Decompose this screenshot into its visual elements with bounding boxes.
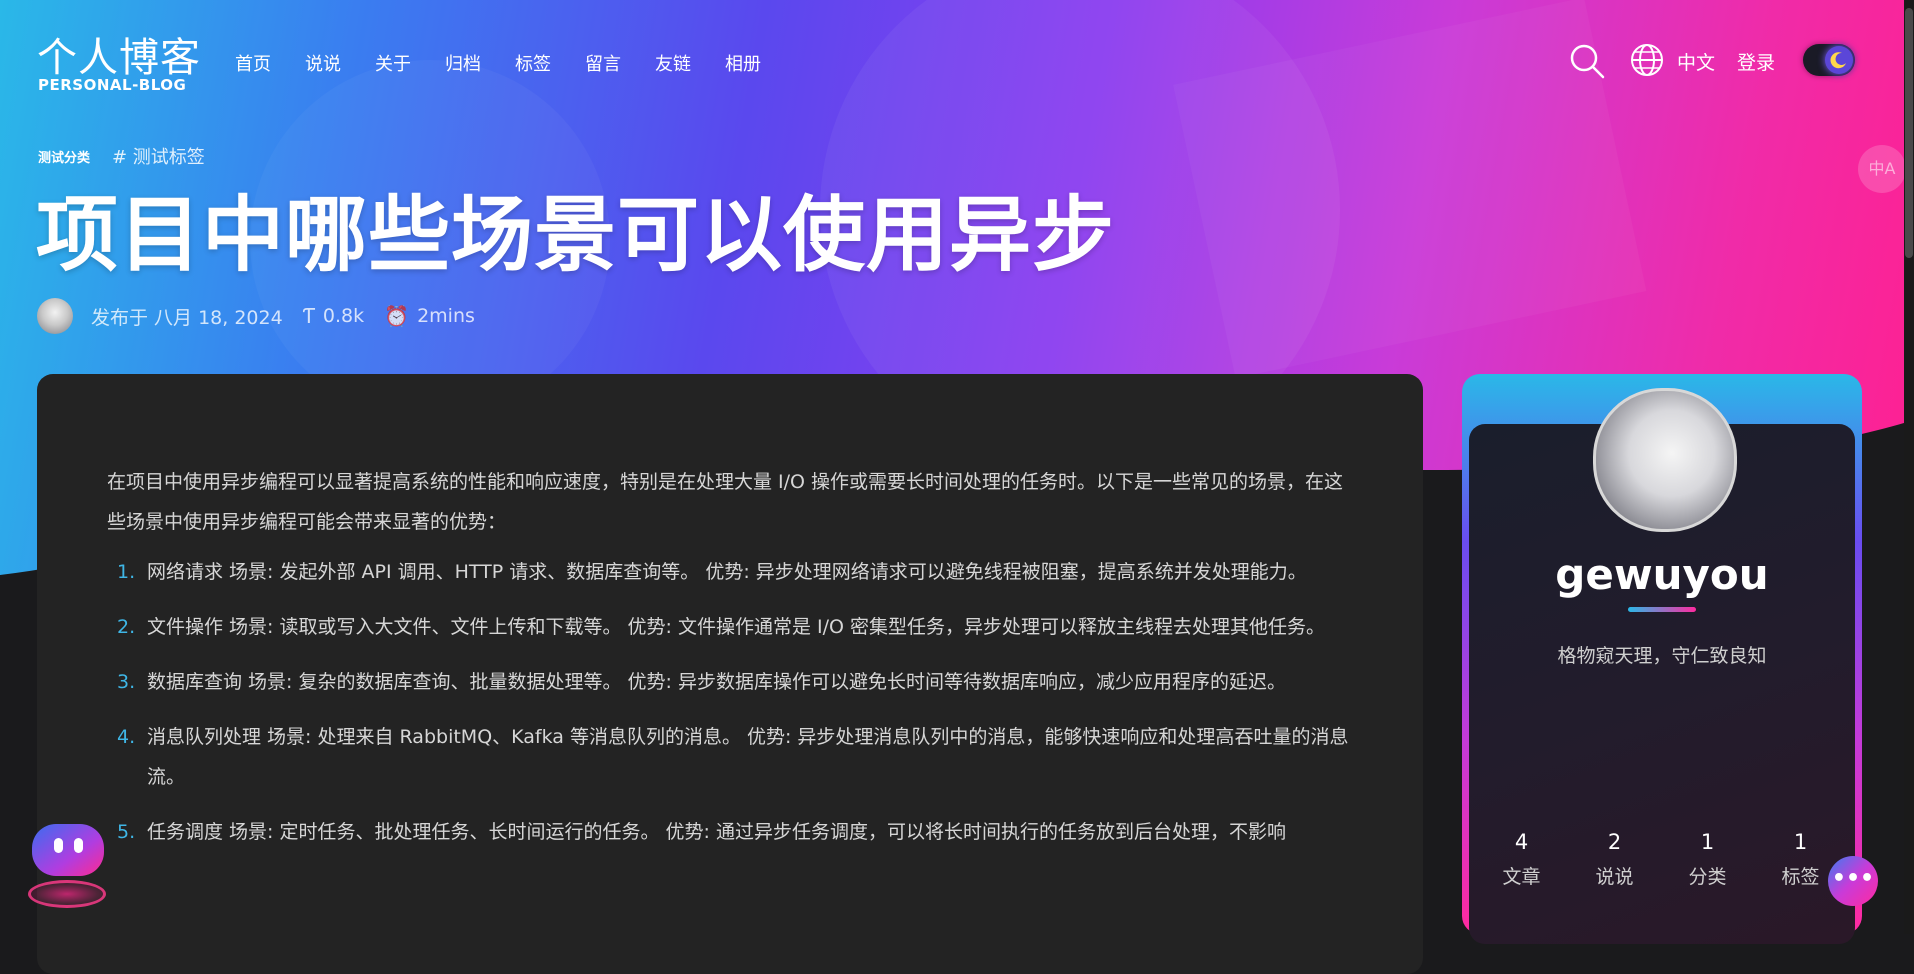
profile-name: gewuyou	[1555, 550, 1769, 599]
site-header: 个人博客 PERSONAL-BLOG 首页 说说 关于 归档 标签 留言 友链 …	[0, 0, 1914, 120]
list-item: 5. 任务调度 场景: 定时任务、批处理任务、长时间运行的任务。 优势: 通过异步…	[107, 812, 1377, 852]
stat-number: 4	[1514, 830, 1529, 854]
translate-icon[interactable]: 中A	[1858, 145, 1906, 193]
stat-number: 2	[1607, 830, 1622, 854]
list-number: 2.	[117, 616, 136, 638]
publish-date: 发布于 八月 18, 2024	[91, 306, 283, 329]
list-text: 数据库查询 场景: 复杂的数据库查询、批量数据处理等。 优势: 异步数据库操作可…	[147, 671, 1286, 693]
word-count: 0.8k	[322, 305, 365, 327]
article-card: 在项目中使用异步编程可以显著提高系统的性能和响应速度，特别是在处理大量 I/O …	[37, 374, 1423, 974]
post-title: 项目中哪些场景可以使用异步	[36, 188, 1116, 283]
list-number: 3.	[117, 671, 136, 693]
list-number: 1.	[117, 561, 136, 583]
nav-item-tags[interactable]: 标签	[515, 50, 585, 76]
nav-item-about[interactable]: 关于	[375, 50, 445, 76]
post-meta: 发布于 八月 18, 2024 Ƭ 0.8k ⏰ 2mins	[37, 296, 475, 336]
nav-item-message[interactable]: 留言	[585, 50, 655, 76]
mascot-glow	[28, 880, 106, 908]
scrollbar-thumb[interactable]	[1905, 8, 1913, 258]
profile-motto: 格物窥天理，守仁致良知	[1557, 645, 1767, 667]
stat-label: 文章	[1502, 866, 1541, 888]
list-text: 网络请求 场景: 发起外部 API 调用、HTTP 请求、数据库查询等。 优势:…	[147, 561, 1307, 583]
login-link[interactable]: 登录	[1737, 48, 1775, 75]
ellipsis-icon[interactable]: •••	[1828, 856, 1878, 906]
author-avatar[interactable]	[37, 298, 73, 334]
stat-talks[interactable]: 2 说说	[1568, 830, 1661, 889]
post-tag[interactable]: # 测试标签	[112, 143, 205, 169]
name-underline	[1628, 607, 1696, 612]
nav-item-archive[interactable]: 归档	[445, 50, 515, 76]
list-text: 消息队列处理 场景: 处理来自 RabbitMQ、Kafka 等消息队列的消息。…	[147, 726, 1349, 788]
nav-item-talk[interactable]: 说说	[305, 50, 375, 76]
list-item: 1. 网络请求 场景: 发起外部 API 调用、HTTP 请求、数据库查询等。 优…	[107, 552, 1377, 592]
search-icon[interactable]	[1568, 42, 1606, 80]
list-text: 任务调度 场景: 定时任务、批处理任务、长时间运行的任务。 优势: 通过异步任务…	[147, 821, 1286, 843]
stat-categories[interactable]: 1 分类	[1661, 830, 1754, 889]
site-logo-subtitle[interactable]: PERSONAL-BLOG	[38, 76, 186, 94]
clock-icon: ⏰	[384, 304, 410, 328]
language-switch[interactable]: 中文	[1677, 48, 1715, 75]
list-item: 2. 文件操作 场景: 读取或写入大文件、文件上传和下载等。 优势: 文件操作通常…	[107, 607, 1377, 647]
read-time: 2mins	[417, 305, 475, 327]
list-item: 3. 数据库查询 场景: 复杂的数据库查询、批量数据处理等。 优势: 异步数据库操…	[107, 662, 1377, 702]
text-icon: Ƭ	[302, 304, 315, 328]
list-number: 4.	[117, 726, 136, 748]
stat-articles[interactable]: 4 文章	[1475, 830, 1568, 889]
stat-label: 说说	[1595, 866, 1634, 888]
site-logo[interactable]: 个人博客	[37, 25, 201, 83]
globe-icon[interactable]	[1629, 42, 1665, 78]
profile-avatar[interactable]	[1593, 388, 1737, 532]
post-category[interactable]: 测试分类	[38, 147, 90, 166]
nav-item-album[interactable]: 相册	[725, 50, 795, 76]
stat-label: 分类	[1688, 866, 1727, 888]
theme-toggle[interactable]	[1803, 44, 1855, 76]
profile-stats: 4 文章 2 说说 1 分类 1 标签	[1475, 830, 1850, 889]
stat-number: 1	[1700, 830, 1715, 854]
list-text: 文件操作 场景: 读取或写入大文件、文件上传和下载等。 优势: 文件操作通常是 …	[147, 616, 1326, 638]
list-item: 4. 消息队列处理 场景: 处理来自 RabbitMQ、Kafka 等消息队列的消…	[107, 717, 1377, 797]
article-intro: 在项目中使用异步编程可以显著提高系统的性能和响应速度，特别是在处理大量 I/O …	[107, 471, 1344, 533]
mascot-icon[interactable]	[28, 820, 108, 880]
moon-icon	[1825, 46, 1853, 74]
main-nav: 首页 说说 关于 归档 标签 留言 友链 相册	[235, 50, 795, 76]
nav-item-links[interactable]: 友链	[655, 50, 725, 76]
stat-number: 1	[1793, 830, 1808, 854]
list-number: 5.	[117, 821, 136, 843]
scenario-list: 1. 网络请求 场景: 发起外部 API 调用、HTTP 请求、数据库查询等。 优…	[107, 552, 1377, 867]
nav-item-home[interactable]: 首页	[235, 50, 305, 76]
